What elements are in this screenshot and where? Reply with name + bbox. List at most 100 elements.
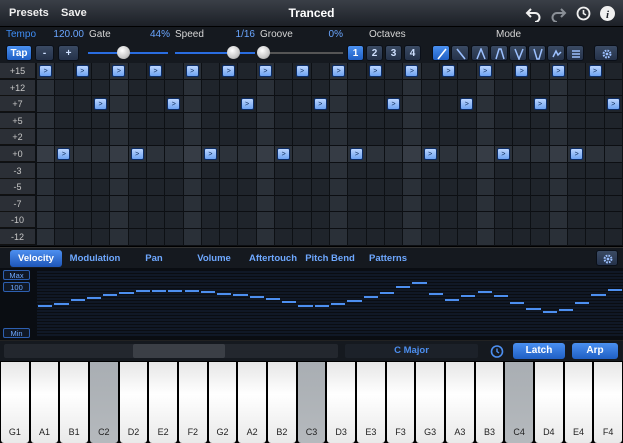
velocity-step[interactable] xyxy=(444,298,460,301)
grid-cell[interactable] xyxy=(494,229,513,246)
velocity-step[interactable] xyxy=(591,294,606,297)
tab-pan[interactable]: Pan xyxy=(128,250,180,267)
grid-cell[interactable] xyxy=(183,195,201,213)
grid-cell[interactable] xyxy=(275,79,293,97)
piano-key-f4[interactable]: F4 xyxy=(594,362,622,443)
grid-cell[interactable] xyxy=(348,79,366,97)
grid-cell[interactable] xyxy=(275,212,293,229)
grid-cell[interactable] xyxy=(421,229,439,246)
tap-button[interactable]: Tap xyxy=(6,45,32,61)
grid-cell[interactable] xyxy=(55,229,73,246)
grid-cell[interactable] xyxy=(568,112,586,130)
grid-cell[interactable] xyxy=(494,63,513,80)
grid-cell[interactable] xyxy=(513,129,531,146)
grid-cell[interactable] xyxy=(586,179,604,196)
grid-cell[interactable] xyxy=(439,79,458,97)
grid-cell[interactable] xyxy=(37,96,55,113)
arp-note[interactable]: > xyxy=(551,65,565,77)
arp-note[interactable]: > xyxy=(94,98,108,111)
arp-note[interactable]: > xyxy=(240,98,254,111)
grid-cell[interactable] xyxy=(220,229,238,246)
step-column[interactable] xyxy=(403,63,421,246)
grid-cell[interactable] xyxy=(311,112,329,130)
arp-note[interactable]: > xyxy=(222,65,236,77)
grid-cell[interactable] xyxy=(55,195,73,213)
grid-cell[interactable] xyxy=(37,146,55,163)
step-column[interactable] xyxy=(384,63,403,246)
grid-cell[interactable] xyxy=(549,195,568,213)
velocity-step[interactable] xyxy=(233,294,248,297)
grid-cell[interactable] xyxy=(439,195,458,213)
grid-cell[interactable] xyxy=(384,112,403,130)
grid-cell[interactable] xyxy=(146,146,165,163)
grid-cell[interactable] xyxy=(568,229,586,246)
grid-cell[interactable] xyxy=(275,96,293,113)
grid-cell[interactable] xyxy=(421,129,439,146)
velocity-step[interactable] xyxy=(119,292,134,295)
arp-note[interactable]: > xyxy=(75,65,89,77)
grid-cell[interactable] xyxy=(128,129,146,146)
grid-cell[interactable] xyxy=(183,79,201,97)
grid-cell[interactable] xyxy=(293,146,311,163)
grid-cell[interactable] xyxy=(293,229,311,246)
grid-cell[interactable] xyxy=(165,146,183,163)
grid-cell[interactable] xyxy=(256,146,275,163)
grid-cell[interactable] xyxy=(110,79,128,97)
grid-cell[interactable] xyxy=(37,212,55,229)
grid-cell[interactable] xyxy=(128,112,146,130)
grid-cell[interactable] xyxy=(366,162,384,180)
grid-cell[interactable] xyxy=(476,79,494,97)
mode-up-down-inclusive-button[interactable] xyxy=(490,45,508,61)
grid-cell[interactable] xyxy=(201,63,220,80)
grid-cell[interactable] xyxy=(146,229,165,246)
velocity-step[interactable] xyxy=(200,290,216,293)
grid-cell[interactable] xyxy=(201,112,220,130)
grid-cell[interactable] xyxy=(366,195,384,213)
grid-cell[interactable] xyxy=(275,112,293,130)
grid-cell[interactable] xyxy=(403,96,421,113)
grid-cell[interactable] xyxy=(275,229,293,246)
grid-cell[interactable] xyxy=(110,229,128,246)
grid-cell[interactable] xyxy=(275,195,293,213)
grid-cell[interactable] xyxy=(384,129,403,146)
pattern-scroll-thumb[interactable] xyxy=(133,344,225,358)
step-column[interactable] xyxy=(220,63,238,246)
grid-cell[interactable] xyxy=(604,162,622,180)
grid-cell[interactable] xyxy=(513,96,531,113)
grid-cell[interactable] xyxy=(531,229,549,246)
grid-cell[interactable] xyxy=(73,212,91,229)
grid-cell[interactable] xyxy=(421,212,439,229)
grid-cell[interactable] xyxy=(311,63,329,80)
grid-cell[interactable] xyxy=(384,212,403,229)
grid-cell[interactable] xyxy=(91,179,110,196)
grid-cell[interactable] xyxy=(366,212,384,229)
step-column[interactable] xyxy=(604,63,622,246)
grid-cell[interactable] xyxy=(293,79,311,97)
history-icon[interactable] xyxy=(489,344,505,359)
octave-button-3[interactable]: 3 xyxy=(385,45,402,61)
piano-key-b3[interactable]: B3 xyxy=(475,362,504,443)
tab-aftertouch[interactable]: Aftertouch xyxy=(245,250,301,267)
step-column[interactable] xyxy=(458,63,476,246)
grid-cell[interactable] xyxy=(330,146,348,163)
velocity-step[interactable] xyxy=(282,301,297,304)
grid-cell[interactable] xyxy=(531,79,549,97)
grid-cell[interactable] xyxy=(439,229,458,246)
grid-cell[interactable] xyxy=(330,112,348,130)
velocity-step[interactable] xyxy=(412,281,427,284)
grid-cell[interactable] xyxy=(568,212,586,229)
grid-cell[interactable] xyxy=(348,129,366,146)
grid-cell[interactable] xyxy=(384,63,403,80)
grid-cell[interactable] xyxy=(586,79,604,97)
grid-cell[interactable] xyxy=(604,79,622,97)
grid-cell[interactable] xyxy=(384,229,403,246)
grid-cell[interactable] xyxy=(458,229,476,246)
piano-key-e3[interactable]: E3 xyxy=(357,362,385,443)
grid-cell[interactable] xyxy=(476,195,494,213)
grid-cell[interactable] xyxy=(513,179,531,196)
velocity-step[interactable] xyxy=(461,294,476,297)
grid-cell[interactable] xyxy=(458,179,476,196)
grid-cell[interactable] xyxy=(531,212,549,229)
grid-cell[interactable] xyxy=(37,179,55,196)
grid-cell[interactable] xyxy=(348,212,366,229)
